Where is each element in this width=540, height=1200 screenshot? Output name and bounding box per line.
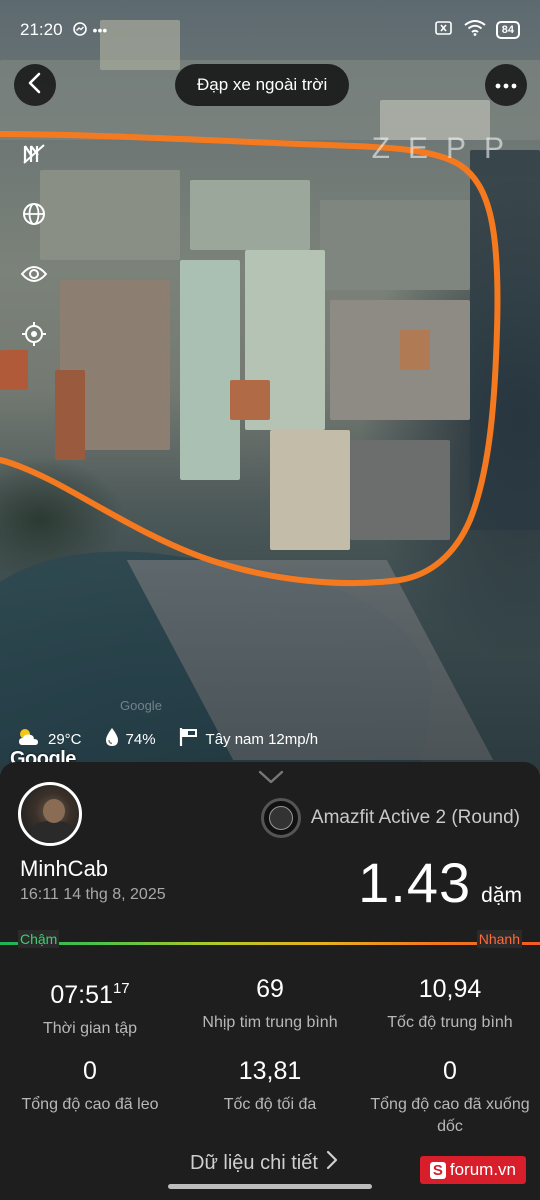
wind-item: Tây nam 12mp/h xyxy=(178,727,319,751)
route-line xyxy=(0,131,501,587)
satellite-map[interactable] xyxy=(0,0,540,775)
battery-icon: 84 xyxy=(495,21,520,39)
map-type-button[interactable] xyxy=(18,200,50,232)
stat-value: 0 xyxy=(443,1057,457,1085)
speed-fast-label: Nhanh xyxy=(476,930,522,948)
speed-gradient-bar xyxy=(0,942,540,945)
globe-icon xyxy=(22,202,46,231)
stat-total-descent: 0 Tổng độ cao đã xuống dốc xyxy=(360,1056,540,1138)
hide-route-button[interactable] xyxy=(18,140,50,172)
detailed-data-label: Dữ liệu chi tiết xyxy=(190,1151,318,1174)
chevron-down-icon xyxy=(258,770,284,788)
activity-title-text: Đạp xe ngoài trời xyxy=(197,75,328,94)
chevron-left-icon xyxy=(27,72,43,99)
avatar[interactable] xyxy=(18,782,82,846)
wifi-icon xyxy=(464,19,486,41)
detailed-data-link[interactable]: Dữ liệu chi tiết xyxy=(190,1150,338,1176)
stat-value: 0 xyxy=(83,1057,97,1085)
speed-slow-label: Chậm xyxy=(18,930,60,948)
workout-summary-sheet: Amazfit Active 2 (Round) MinhCab 16:11 1… xyxy=(0,762,540,1200)
wind-flag-icon xyxy=(178,727,200,751)
stats-grid: 07:5117 Thời gian tập 69 Nhịp tim trung … xyxy=(0,974,540,1138)
locate-button[interactable] xyxy=(18,320,50,352)
stat-avg-speed: 10,94 Tốc độ trung bình xyxy=(360,974,540,1040)
watch-icon xyxy=(260,798,301,838)
humidity-value: 74% xyxy=(125,730,156,748)
locate-icon xyxy=(21,321,47,352)
status-bar: 21:20 ••• 84 xyxy=(0,0,540,60)
notification-icons: ••• xyxy=(72,21,108,39)
sim-off-icon xyxy=(434,20,454,41)
activity-title: Đạp xe ngoài trời xyxy=(175,64,350,106)
distance-unit: dặm xyxy=(481,884,522,907)
stat-label: Tốc độ tối đa xyxy=(223,1096,317,1113)
forum-badge-text: forum.vn xyxy=(449,1160,516,1179)
avatar-face xyxy=(43,799,65,823)
more-notifications-icon: ••• xyxy=(92,22,108,38)
stat-value-seconds: 17 xyxy=(112,980,130,997)
stat-workout-time: 07:5117 Thời gian tập xyxy=(0,974,180,1040)
stat-label: Tổng độ cao đã xuống dốc xyxy=(370,1096,530,1135)
user-name: MinhCab xyxy=(20,856,109,881)
workout-datetime: 16:11 14 thg 8, 2025 xyxy=(20,886,166,903)
stat-value: 13,81 xyxy=(238,1057,302,1085)
device-name: Amazfit Active 2 (Round) xyxy=(310,807,520,828)
map-attribution-faint: Google xyxy=(120,698,162,713)
messenger-icon xyxy=(72,21,87,39)
more-options-button[interactable] xyxy=(485,64,527,106)
stat-label: Tốc độ trung bình xyxy=(387,1014,513,1031)
chevron-right-icon xyxy=(326,1150,338,1176)
battery-level: 84 xyxy=(501,24,514,36)
route-path xyxy=(0,131,501,587)
water-drop-icon xyxy=(104,727,120,751)
stat-label: Thời gian tập xyxy=(42,1020,138,1037)
stat-value: 69 xyxy=(256,975,284,1003)
home-indicator[interactable] xyxy=(168,1184,372,1189)
stat-label: Tổng độ cao đã leo xyxy=(21,1096,159,1113)
device-info: Amazfit Active 2 (Round) xyxy=(260,798,520,838)
map-tools xyxy=(18,140,50,352)
forum-logo-letter: S xyxy=(429,1161,446,1179)
avatar-figure xyxy=(31,821,75,843)
more-horizontal-icon xyxy=(495,76,517,94)
visibility-button[interactable] xyxy=(18,260,50,292)
layers-icon xyxy=(22,143,46,170)
stat-value: 07:5117 xyxy=(50,980,130,1009)
distance-display: 1.43 dặm xyxy=(358,850,522,915)
stat-total-ascent: 0 Tổng độ cao đã leo xyxy=(0,1056,180,1138)
collapse-handle[interactable] xyxy=(258,770,284,789)
clock: 21:20 xyxy=(20,20,63,39)
humidity-item: 74% xyxy=(104,727,156,751)
stat-value: 10,94 xyxy=(418,975,482,1003)
zepp-watermark: ZEPP xyxy=(371,132,522,165)
eye-icon xyxy=(20,265,48,288)
wind-value: Tây nam 12mp/h xyxy=(205,730,319,748)
forum-badge: S forum.vn xyxy=(419,1156,526,1184)
temperature-value: 29°C xyxy=(48,730,82,748)
stat-avg-heart-rate: 69 Nhịp tim trung bình xyxy=(180,974,360,1040)
distance-value: 1.43 xyxy=(358,851,472,914)
stat-max-speed: 13,81 Tốc độ tối đa xyxy=(180,1056,360,1138)
stat-label: Nhịp tim trung bình xyxy=(202,1014,338,1031)
back-button[interactable] xyxy=(14,64,56,106)
